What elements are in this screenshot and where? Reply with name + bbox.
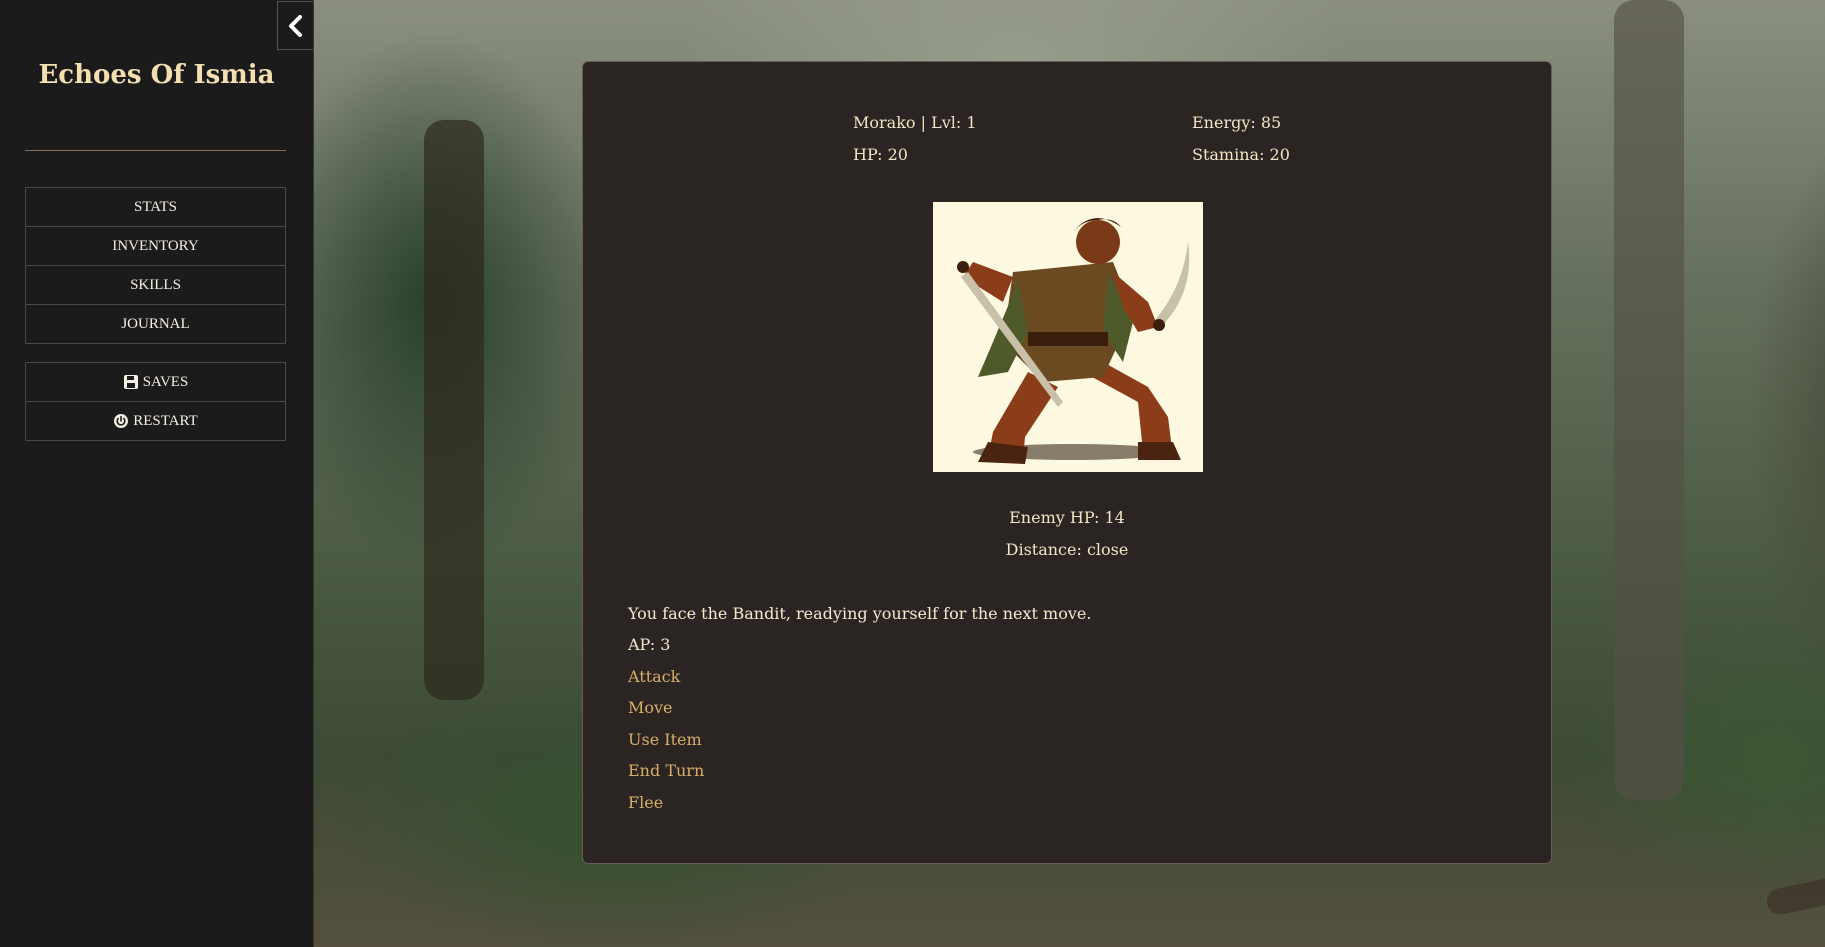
bandit-portrait — [957, 218, 1190, 464]
menu-item-label: SKILLS — [130, 277, 181, 293]
flee-action[interactable]: Flee — [628, 793, 663, 812]
use-item-action[interactable]: Use Item — [628, 730, 702, 749]
sidebar-collapse-button[interactable] — [277, 1, 313, 50]
menu-item-journal[interactable]: JOURNAL — [26, 305, 285, 343]
saves-label: SAVES — [142, 374, 189, 390]
restart-button[interactable]: RESTART — [26, 402, 285, 440]
attack-action[interactable]: Attack — [628, 667, 680, 686]
system-menu: SAVES RESTART — [25, 362, 286, 441]
player-energy: Energy: 85 — [1192, 113, 1282, 132]
combat-panel: Morako | Lvl: 1 HP: 20 Energy: 85 Stamin… — [582, 61, 1552, 864]
enemy-portrait — [933, 202, 1203, 472]
player-name-level: Morako | Lvl: 1 — [853, 113, 977, 132]
game-title: Echoes Of Ismia — [38, 60, 275, 90]
menu-item-inventory[interactable]: INVENTORY — [26, 227, 285, 266]
main-menu: STATS INVENTORY SKILLS JOURNAL — [25, 187, 286, 344]
enemy-hp: Enemy HP: 14 — [1009, 508, 1125, 527]
action-points: AP: 3 — [628, 635, 671, 654]
menu-item-label: JOURNAL — [121, 316, 190, 332]
menu-item-stats[interactable]: STATS — [26, 188, 285, 227]
end-turn-action[interactable]: End Turn — [628, 761, 704, 780]
saves-button[interactable]: SAVES — [26, 363, 285, 402]
sidebar: Echoes Of Ismia STATS INVENTORY SKILLS J… — [0, 0, 314, 947]
sidebar-divider — [25, 150, 286, 151]
player-stamina: Stamina: 20 — [1192, 145, 1290, 164]
enemy-distance: Distance: close — [1005, 540, 1129, 559]
menu-item-skills[interactable]: SKILLS — [26, 266, 285, 305]
menu-item-label: INVENTORY — [112, 238, 199, 254]
move-action[interactable]: Move — [628, 698, 673, 717]
combat-message: You face the Bandit, readying yourself f… — [628, 604, 1092, 623]
power-icon — [114, 414, 129, 428]
menu-item-label: STATS — [134, 199, 177, 215]
restart-label: RESTART — [133, 413, 198, 429]
save-icon — [123, 375, 138, 389]
chevron-left-icon — [288, 14, 302, 37]
player-hp: HP: 20 — [853, 145, 908, 164]
